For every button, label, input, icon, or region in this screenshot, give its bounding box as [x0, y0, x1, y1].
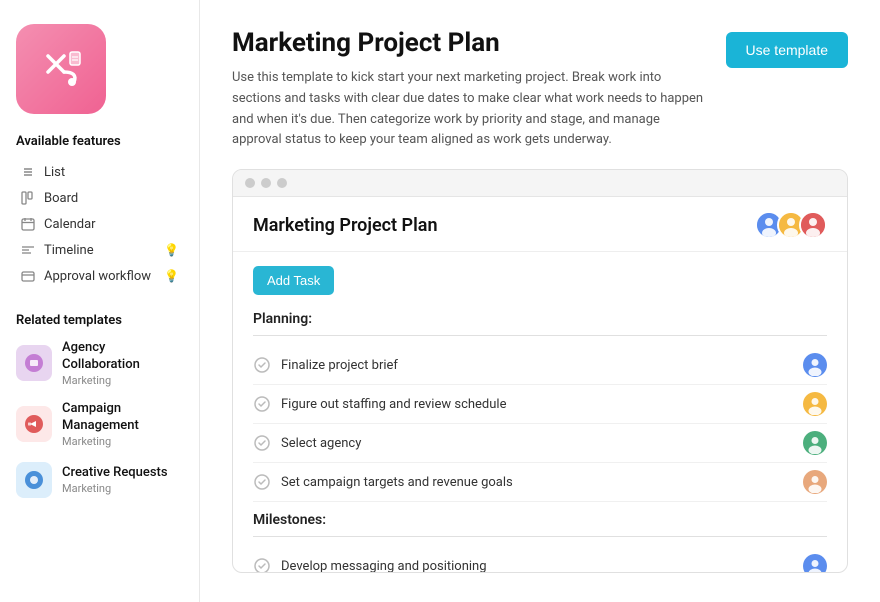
task-avatar — [803, 554, 827, 572]
table-row: Finalize project brief — [253, 346, 827, 385]
add-task-button[interactable]: Add Task — [253, 266, 334, 295]
check-icon — [253, 395, 271, 413]
table-row: Figure out staffing and review schedule — [253, 385, 827, 424]
task-avatar — [803, 353, 827, 377]
preview-body: Add Task Planning: Finalize project brie… — [233, 252, 847, 572]
feature-list-label: List — [44, 165, 65, 180]
task-name: Figure out staffing and review schedule — [281, 397, 506, 412]
planning-section-heading: Planning: — [253, 311, 827, 336]
agency-info: Agency Collaboration Marketing — [62, 340, 183, 387]
related-section-title: Related templates — [16, 313, 183, 328]
check-icon — [253, 434, 271, 452]
feature-list: List — [16, 159, 183, 185]
timeline-icon — [20, 242, 36, 258]
task-name: Develop messaging and positioning — [281, 559, 487, 573]
features-list: List Board Calendar Timeline 💡 Approv — [16, 159, 183, 289]
approval-premium-icon: 💡 — [164, 269, 179, 283]
feature-board: Board — [16, 185, 183, 211]
campaign-thumb — [16, 406, 52, 442]
preview-header: Marketing Project Plan — [233, 197, 847, 252]
task-name: Set campaign targets and revenue goals — [281, 475, 513, 490]
feature-timeline-label: Timeline — [44, 243, 94, 258]
main-content: Marketing Project Plan Use this template… — [200, 0, 880, 602]
check-icon — [253, 356, 271, 374]
window-dot-2 — [261, 178, 271, 188]
related-item-agency[interactable]: Agency Collaboration Marketing — [16, 340, 183, 387]
task-avatar — [803, 392, 827, 416]
agency-thumb — [16, 345, 52, 381]
sidebar: Available features List Board Calendar T… — [0, 0, 200, 602]
task-name: Finalize project brief — [281, 358, 398, 373]
window-dot-3 — [277, 178, 287, 188]
related-item-campaign[interactable]: Campaign Management Marketing — [16, 401, 183, 448]
creative-thumb — [16, 462, 52, 498]
preview-title: Marketing Project Plan — [253, 215, 438, 236]
window-dot-1 — [245, 178, 255, 188]
feature-approval: Approval workflow 💡 — [16, 263, 183, 289]
description-text: Use this template to kick start your nex… — [232, 68, 706, 151]
agency-name: Agency Collaboration — [62, 340, 183, 374]
avatar-group — [755, 211, 827, 239]
creative-info: Creative Requests Marketing — [62, 465, 168, 495]
feature-approval-label: Approval workflow — [44, 269, 151, 284]
related-item-creative[interactable]: Creative Requests Marketing — [16, 462, 183, 498]
task-avatar — [803, 431, 827, 455]
page-title: Marketing Project Plan — [232, 28, 706, 58]
header-row: Marketing Project Plan Use this template… — [232, 28, 848, 151]
approval-icon — [20, 268, 36, 284]
use-template-button[interactable]: Use template — [726, 32, 848, 68]
feature-calendar: Calendar — [16, 211, 183, 237]
window-bar — [233, 170, 847, 197]
list-icon — [20, 164, 36, 180]
template-icon — [16, 24, 106, 114]
agency-category: Marketing — [62, 374, 183, 387]
preview-window: Marketing Project Plan Add Task Planning… — [232, 169, 848, 573]
board-icon — [20, 190, 36, 206]
task-avatar — [803, 470, 827, 494]
timeline-premium-icon: 💡 — [164, 243, 179, 257]
check-icon — [253, 557, 271, 572]
creative-category: Marketing — [62, 482, 168, 495]
campaign-category: Marketing — [62, 435, 183, 448]
avatar-3 — [799, 211, 827, 239]
title-description-block: Marketing Project Plan Use this template… — [232, 28, 706, 151]
campaign-info: Campaign Management Marketing — [62, 401, 183, 448]
feature-board-label: Board — [44, 191, 78, 206]
features-section-title: Available features — [16, 134, 183, 149]
check-icon — [253, 473, 271, 491]
table-row: Set campaign targets and revenue goals — [253, 463, 827, 502]
table-row: Develop messaging and positioning — [253, 547, 827, 572]
feature-timeline: Timeline 💡 — [16, 237, 183, 263]
campaign-name: Campaign Management — [62, 401, 183, 435]
milestones-section-heading: Milestones: — [253, 512, 827, 537]
feature-calendar-label: Calendar — [44, 217, 96, 232]
table-row: Select agency — [253, 424, 827, 463]
calendar-icon — [20, 216, 36, 232]
related-section: Related templates Agency Collaboration M… — [16, 313, 183, 498]
task-name: Select agency — [281, 436, 361, 451]
creative-name: Creative Requests — [62, 465, 168, 482]
